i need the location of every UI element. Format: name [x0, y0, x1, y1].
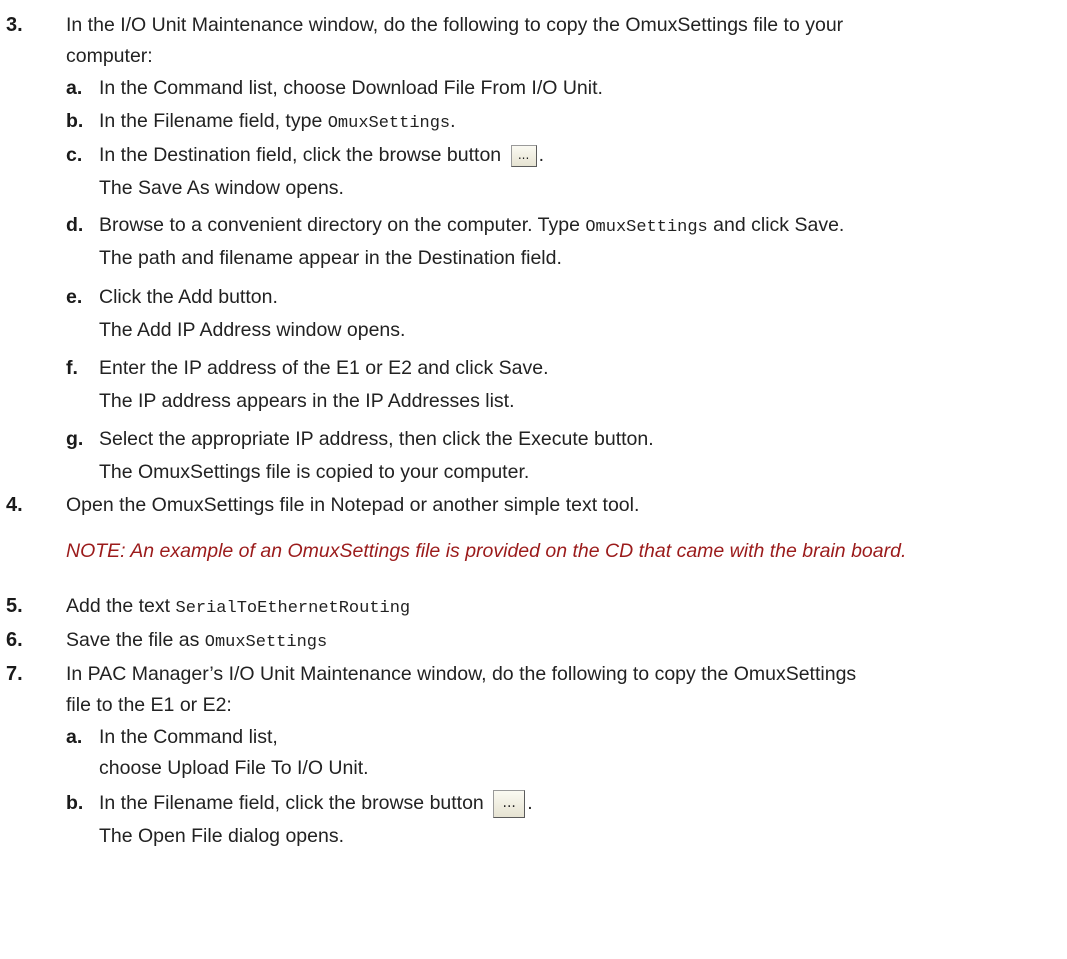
- substep-text-pre: In the Filename field, type: [99, 110, 328, 132]
- substep-result: The Open File dialog opens.: [99, 825, 344, 847]
- substep-text-pre: Browse to a convenient directory on the …: [99, 214, 586, 236]
- substep-letter: b.: [66, 110, 84, 132]
- code-text: OmuxSettings: [585, 218, 708, 237]
- substep-letter: a.: [66, 726, 83, 748]
- substep-result: The IP address appears in the IP Address…: [99, 390, 515, 412]
- instruction-page: 3. In the I/O Unit Maintenance window, d…: [0, 0, 1067, 959]
- substep-result: The Add IP Address window opens.: [99, 319, 406, 341]
- step-text: Add the text SerialToEthernetRouting: [66, 591, 410, 624]
- substep-text: Select the appropriate IP address, then …: [99, 428, 654, 450]
- step-text-pre: Save the file as: [66, 629, 205, 651]
- step-number: 3.: [6, 14, 23, 36]
- substep-text: Click the Add button.: [99, 286, 278, 308]
- step-number: 4.: [6, 494, 23, 516]
- substep-text-post: .: [450, 110, 456, 132]
- substep-text: In the Command list,: [99, 726, 278, 748]
- substep-letter: a.: [66, 77, 83, 99]
- substep-text: Browse to a convenient directory on the …: [99, 210, 844, 243]
- step-number: 7.: [6, 663, 23, 685]
- step-text-line: computer:: [66, 45, 153, 67]
- step-text: Open the OmuxSettings file in Notepad or…: [66, 494, 640, 516]
- note-text: NOTE: An example of an OmuxSettings file…: [66, 540, 907, 562]
- step-number: 5.: [6, 595, 23, 617]
- substep-text-post: .: [527, 792, 533, 814]
- substep-letter: d.: [66, 214, 84, 236]
- substep-text-pre: In the Filename field, click the browse …: [99, 792, 490, 814]
- substep-letter: g.: [66, 428, 84, 450]
- step-text-line: file to the E1 or E2:: [66, 694, 232, 716]
- substep-text-continued: choose Upload File To I/O Unit.: [99, 757, 369, 779]
- step-text-line: In PAC Manager’s I/O Unit Maintenance wi…: [66, 663, 857, 685]
- code-text: SerialToEthernetRouting: [175, 599, 411, 618]
- substep-text-post: and click Save.: [707, 214, 845, 236]
- substep-letter: e.: [66, 286, 83, 308]
- browse-button-icon: ...: [510, 144, 537, 167]
- step-text: In the I/O Unit Maintenance window, do t…: [66, 10, 843, 72]
- substep-result: The Save As window opens.: [99, 177, 344, 199]
- code-text: OmuxSettings: [327, 114, 451, 133]
- substep-text: Enter the IP address of the E1 or E2 and…: [99, 357, 549, 379]
- step-text: In PAC Manager’s I/O Unit Maintenance wi…: [66, 659, 856, 721]
- substep-text: In the Filename field, type OmuxSettings…: [99, 106, 456, 139]
- substep-text: In the Filename field, click the browse …: [99, 788, 533, 819]
- step-number: 6.: [6, 629, 23, 651]
- browse-button-icon: ...: [493, 789, 526, 818]
- substep-text: In the Command list, choose Download Fil…: [99, 77, 603, 99]
- substep-result: The OmuxSettings file is copied to your …: [99, 461, 530, 483]
- substep-text-post: .: [538, 144, 544, 166]
- substep-result: The path and filename appear in the Dest…: [99, 247, 562, 269]
- step-text-pre: Add the text: [66, 595, 176, 617]
- substep-letter: b.: [66, 792, 84, 814]
- substep-letter: c.: [66, 144, 83, 166]
- step-text: Save the file as OmuxSettings: [66, 625, 327, 658]
- step-text-line: In the I/O Unit Maintenance window, do t…: [66, 14, 844, 36]
- code-text: OmuxSettings: [204, 633, 328, 652]
- substep-text: In the Destination field, click the brow…: [99, 140, 544, 171]
- substep-text-pre: In the Destination field, click the brow…: [99, 144, 507, 166]
- substep-letter: f.: [66, 357, 78, 379]
